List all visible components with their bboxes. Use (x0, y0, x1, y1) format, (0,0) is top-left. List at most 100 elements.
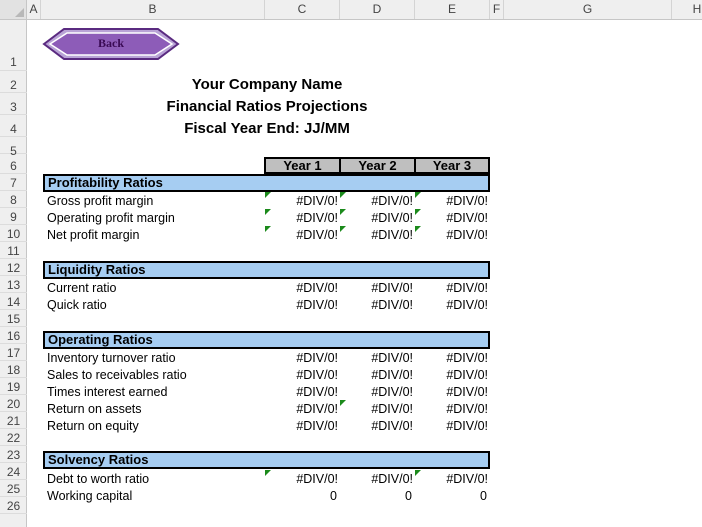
section-header-liquidity: Liquidity Ratios (43, 261, 490, 279)
row-header-10[interactable]: 10 (0, 225, 27, 242)
value-inventory-turnover-y2[interactable]: #DIV/0! (343, 351, 413, 365)
row-header-17[interactable]: 17 (0, 344, 27, 361)
error-indicator-icon (265, 192, 271, 198)
row-header-3[interactable]: 3 (0, 93, 27, 115)
row-header-22[interactable]: 22 (0, 429, 27, 446)
value-operating-profit-margin-y1[interactable]: #DIV/0! (268, 211, 338, 225)
row-header-1[interactable]: 1 (0, 20, 27, 71)
section-header-solvency: Solvency Ratios (43, 451, 490, 469)
row-header-5[interactable]: 5 (0, 137, 27, 158)
column-header-G[interactable]: G (504, 0, 672, 19)
fiscal-year-end: Fiscal Year End: JJ/MM (184, 120, 350, 137)
value-net-profit-margin-y2[interactable]: #DIV/0! (343, 228, 413, 242)
row-header-24[interactable]: 24 (0, 463, 27, 480)
row-header-15[interactable]: 15 (0, 310, 27, 327)
value-debt-to-worth-y3[interactable]: #DIV/0! (418, 472, 488, 486)
value-return-on-assets-y1[interactable]: #DIV/0! (268, 402, 338, 416)
value-working-capital-y1[interactable]: 0 (267, 489, 337, 503)
row-header-20[interactable]: 20 (0, 395, 27, 412)
row-header-14[interactable]: 14 (0, 293, 27, 310)
column-header-H[interactable]: H (672, 0, 702, 19)
error-indicator-icon (340, 209, 346, 215)
value-return-on-equity-y1[interactable]: #DIV/0! (268, 419, 338, 433)
value-current-ratio-y1[interactable]: #DIV/0! (268, 281, 338, 295)
value-gross-profit-margin-y1[interactable]: #DIV/0! (268, 194, 338, 208)
row-header-8[interactable]: 8 (0, 191, 27, 208)
error-indicator-icon (340, 192, 346, 198)
column-header-B[interactable]: B (41, 0, 265, 19)
value-quick-ratio-y2[interactable]: #DIV/0! (343, 298, 413, 312)
column-header-C[interactable]: C (265, 0, 340, 19)
section-header-profitability: Profitability Ratios (43, 174, 490, 192)
error-indicator-icon (340, 400, 346, 406)
value-return-on-equity-y2[interactable]: #DIV/0! (343, 419, 413, 433)
error-indicator-icon (415, 209, 421, 215)
error-indicator-icon (265, 470, 271, 476)
value-current-ratio-y2[interactable]: #DIV/0! (343, 281, 413, 295)
value-current-ratio-y3[interactable]: #DIV/0! (418, 281, 488, 295)
value-inventory-turnover-y3[interactable]: #DIV/0! (418, 351, 488, 365)
row-header-6[interactable]: 6 (0, 154, 27, 174)
label-sales-to-receivables: Sales to receivables ratio (47, 368, 187, 382)
error-indicator-icon (265, 226, 271, 232)
value-working-capital-y3[interactable]: 0 (417, 489, 487, 503)
row-header-13[interactable]: 13 (0, 276, 27, 293)
row-header-26[interactable]: 26 (0, 497, 27, 514)
row-header-16[interactable]: 16 (0, 327, 27, 344)
value-sales-to-receivables-y1[interactable]: #DIV/0! (268, 368, 338, 382)
value-operating-profit-margin-y2[interactable]: #DIV/0! (343, 211, 413, 225)
company-name: Your Company Name (191, 76, 343, 93)
value-quick-ratio-y3[interactable]: #DIV/0! (418, 298, 488, 312)
label-inventory-turnover: Inventory turnover ratio (47, 351, 176, 365)
label-return-on-assets: Return on assets (47, 402, 142, 416)
value-working-capital-y2[interactable]: 0 (342, 489, 412, 503)
value-times-interest-earned-y1[interactable]: #DIV/0! (268, 385, 338, 399)
value-operating-profit-margin-y3[interactable]: #DIV/0! (418, 211, 488, 225)
row-header-23[interactable]: 23 (0, 446, 27, 463)
error-indicator-icon (415, 470, 421, 476)
column-header-A[interactable]: A (27, 0, 41, 19)
column-header-E[interactable]: E (415, 0, 490, 19)
select-all-corner[interactable] (0, 0, 27, 19)
back-button-label: Back (97, 36, 124, 50)
label-current-ratio: Current ratio (47, 281, 117, 295)
row-header-18[interactable]: 18 (0, 361, 27, 378)
value-return-on-equity-y3[interactable]: #DIV/0! (418, 419, 488, 433)
value-times-interest-earned-y2[interactable]: #DIV/0! (343, 385, 413, 399)
value-quick-ratio-y1[interactable]: #DIV/0! (268, 298, 338, 312)
label-gross-profit-margin: Gross profit margin (47, 194, 154, 208)
error-indicator-icon (340, 226, 346, 232)
value-net-profit-margin-y3[interactable]: #DIV/0! (418, 228, 488, 242)
report-title: Financial Ratios Projections (166, 98, 368, 115)
value-inventory-turnover-y1[interactable]: #DIV/0! (268, 351, 338, 365)
row-header-12[interactable]: 12 (0, 259, 27, 276)
value-net-profit-margin-y1[interactable]: #DIV/0! (268, 228, 338, 242)
row-header-25[interactable]: 25 (0, 480, 27, 497)
row-header-7[interactable]: 7 (0, 174, 27, 191)
label-debt-to-worth: Debt to worth ratio (47, 472, 150, 486)
row-header-21[interactable]: 21 (0, 412, 27, 429)
column-header-D[interactable]: D (340, 0, 415, 19)
value-sales-to-receivables-y3[interactable]: #DIV/0! (418, 368, 488, 382)
error-indicator-icon (265, 209, 271, 215)
row-header-9[interactable]: 9 (0, 208, 27, 225)
value-gross-profit-margin-y3[interactable]: #DIV/0! (418, 194, 488, 208)
section-header-operating: Operating Ratios (43, 331, 490, 349)
year-1-header: Year 1 (264, 157, 341, 174)
error-indicator-icon (415, 192, 421, 198)
value-debt-to-worth-y2[interactable]: #DIV/0! (343, 472, 413, 486)
row-header-19[interactable]: 19 (0, 378, 27, 395)
label-operating-profit-margin: Operating profit margin (47, 211, 175, 225)
column-header-F[interactable]: F (490, 0, 504, 19)
column-header-bar: A B C D E F G H (0, 0, 702, 20)
year-2-header: Year 2 (339, 157, 416, 174)
value-return-on-assets-y3[interactable]: #DIV/0! (418, 402, 488, 416)
value-sales-to-receivables-y2[interactable]: #DIV/0! (343, 368, 413, 382)
value-times-interest-earned-y3[interactable]: #DIV/0! (418, 385, 488, 399)
value-gross-profit-margin-y2[interactable]: #DIV/0! (343, 194, 413, 208)
row-header-4[interactable]: 4 (0, 115, 27, 137)
row-header-2[interactable]: 2 (0, 71, 27, 93)
value-debt-to-worth-y1[interactable]: #DIV/0! (268, 472, 338, 486)
row-header-11[interactable]: 11 (0, 242, 27, 259)
value-return-on-assets-y2[interactable]: #DIV/0! (343, 402, 413, 416)
